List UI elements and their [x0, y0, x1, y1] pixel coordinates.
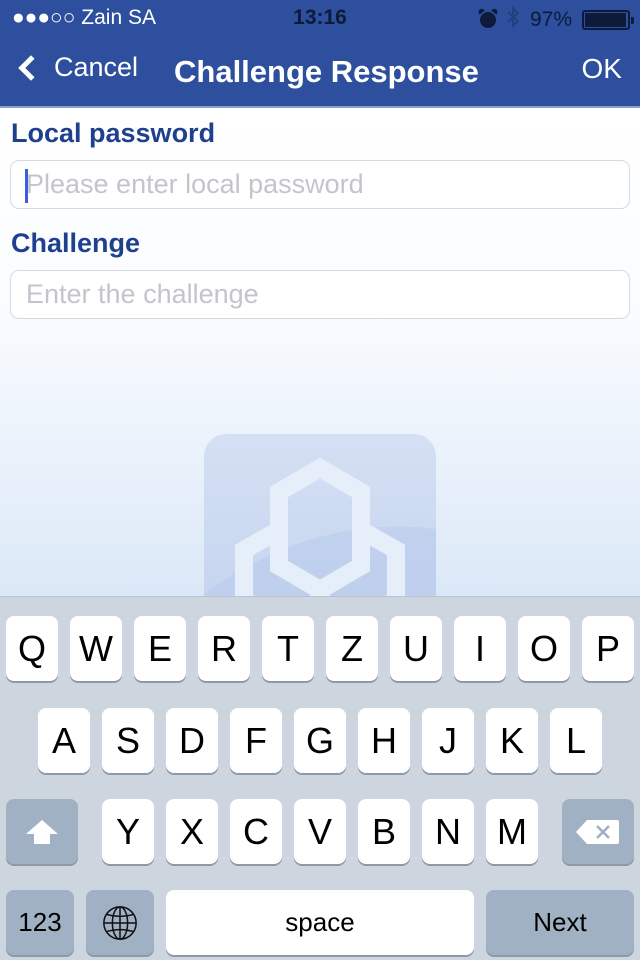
form-area: Local password Challenge [0, 110, 640, 596]
local-password-label: Local password [11, 118, 216, 148]
key-z[interactable]: Z [326, 616, 378, 681]
key-i[interactable]: I [454, 616, 506, 681]
key-p[interactable]: P [582, 616, 634, 681]
ok-button[interactable]: OK [582, 53, 622, 85]
backspace-key[interactable] [562, 799, 634, 864]
key-y[interactable]: Y [102, 799, 154, 864]
key-f[interactable]: F [230, 708, 282, 773]
next-key[interactable]: Next [486, 890, 634, 955]
chevron-left-icon [18, 54, 44, 81]
key-u[interactable]: U [390, 616, 442, 681]
text-cursor [25, 169, 28, 203]
challenge-field[interactable] [10, 270, 630, 319]
key-g[interactable]: G [294, 708, 346, 773]
shift-key[interactable] [6, 799, 78, 864]
status-bar: ●●●○○ Zain SA 13:16 97% [0, 0, 640, 36]
key-c[interactable]: C [230, 799, 282, 864]
globe-key[interactable] [86, 890, 154, 955]
key-e[interactable]: E [134, 616, 186, 681]
key-w[interactable]: W [70, 616, 122, 681]
battery-fill [585, 13, 626, 27]
key-a[interactable]: A [38, 708, 90, 773]
page-title: Challenge Response [174, 54, 479, 89]
key-o[interactable]: O [518, 616, 570, 681]
navigation-bar: ●●●○○ Zain SA 13:16 97% Cancel Challenge… [0, 0, 640, 108]
key-k[interactable]: K [486, 708, 538, 773]
cancel-button[interactable]: Cancel [14, 52, 138, 83]
battery-percent: 97% [529, 8, 572, 31]
local-password-field[interactable] [10, 160, 630, 209]
cancel-label: Cancel [54, 52, 139, 82]
local-password-input[interactable] [11, 161, 629, 208]
key-b[interactable]: B [358, 799, 410, 864]
battery-icon [582, 10, 634, 30]
key-h[interactable]: H [358, 708, 410, 773]
key-v[interactable]: V [294, 799, 346, 864]
key-q[interactable]: Q [6, 616, 58, 681]
globe-icon [103, 905, 137, 940]
key-n[interactable]: N [422, 799, 474, 864]
shift-arrow-icon [26, 819, 58, 844]
space-key[interactable]: space [166, 890, 474, 955]
challenge-input[interactable] [11, 271, 629, 318]
key-x[interactable]: X [166, 799, 218, 864]
challenge-label: Challenge [11, 228, 141, 258]
alarm-icon [479, 12, 496, 28]
key-l[interactable]: L [550, 708, 602, 773]
key-d[interactable]: D [166, 708, 218, 773]
key-m[interactable]: M [486, 799, 538, 864]
key-j[interactable]: J [422, 708, 474, 773]
key-r[interactable]: R [198, 616, 250, 681]
key-t[interactable]: T [262, 616, 314, 681]
numbers-key[interactable]: 123 [6, 890, 74, 955]
bluetooth-icon [506, 5, 520, 34]
on-screen-keyboard: QWERTZUIOP ASDFGHJKL YXCVBNM 123 space N… [0, 596, 640, 960]
key-s[interactable]: S [102, 708, 154, 773]
app-logo-watermark [204, 434, 436, 596]
backspace-icon [576, 819, 619, 844]
